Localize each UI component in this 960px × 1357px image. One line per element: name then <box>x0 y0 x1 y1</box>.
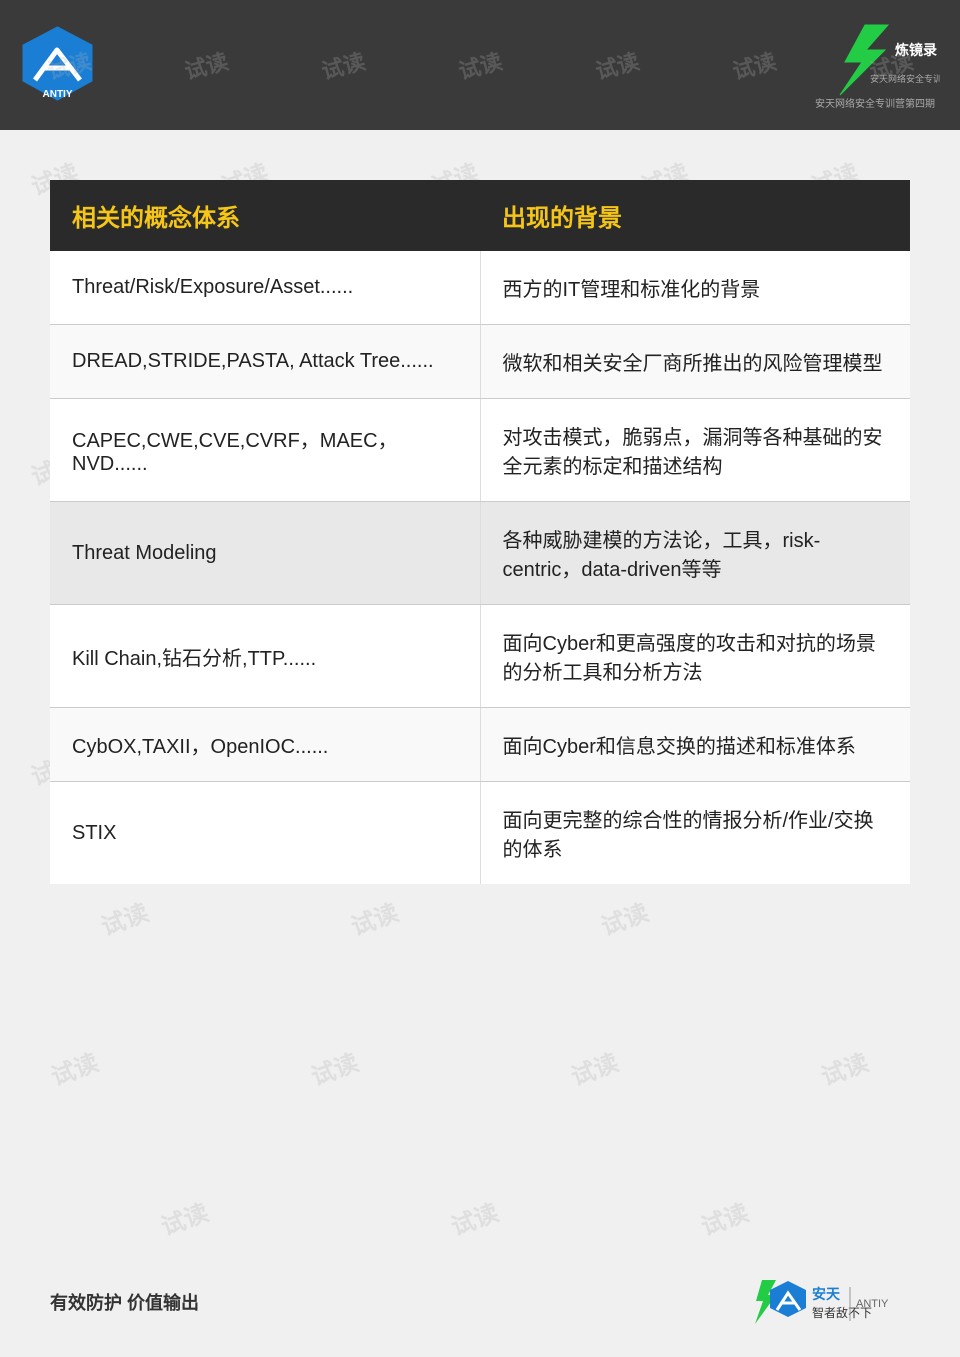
table-cell-col2-0: 西方的IT管理和标准化的背景 <box>480 251 910 325</box>
table-cell-col2-2: 对攻击模式，脆弱点，漏洞等各种基础的安全元素的标定和描述结构 <box>480 399 910 502</box>
main-table: 相关的概念体系 出现的背景 Threat/Risk/Exposure/Asset… <box>50 180 910 884</box>
table-cell-col1-4: Kill Chain,钻石分析,TTP...... <box>50 605 480 708</box>
antiy-logo-area: ANTIY <box>20 25 95 105</box>
content-area: 相关的概念体系 出现的背景 Threat/Risk/Exposure/Asset… <box>0 130 960 924</box>
watermark-26: 试读 <box>815 1043 872 1092</box>
table-cell-col1-5: CybOX,TAXII，OpenIOC...... <box>50 708 480 782</box>
header-wm-4: 试读 <box>455 44 506 86</box>
watermark-28: 试读 <box>445 1193 502 1242</box>
footer: 有效防护 价值输出 安天 智者敌不下 ANTIY <box>0 1277 960 1327</box>
footer-slogan: 有效防护 价值输出 <box>50 1289 199 1315</box>
col1-header: 相关的概念体系 <box>50 180 480 251</box>
header-wm-6: 试读 <box>729 44 780 86</box>
content-wrapper: 相关的概念体系 出现的背景 Threat/Risk/Exposure/Asset… <box>50 180 910 884</box>
table-row: Kill Chain,钻石分析,TTP......面向Cyber和更高强度的攻击… <box>50 605 910 708</box>
table-cell-col2-4: 面向Cyber和更高强度的攻击和对抗的场景的分析工具和分析方法 <box>480 605 910 708</box>
watermark-23: 试读 <box>45 1043 102 1092</box>
svg-text:ANTIY: ANTIY <box>856 1298 889 1310</box>
watermark-24: 试读 <box>305 1043 362 1092</box>
table-cell-col2-6: 面向更完整的综合性的情报分析/作业/交换的体系 <box>480 782 910 885</box>
header-wm-3: 试读 <box>317 44 368 86</box>
svg-text:ANTIY: ANTIY <box>43 89 73 100</box>
footer-logo-icon: 安天 智者敌不下 ANTIY <box>750 1277 910 1327</box>
table-row: Threat/Risk/Exposure/Asset......西方的IT管理和… <box>50 251 910 325</box>
brand-subtitle: 安天网络安全专训营第四期 <box>810 95 940 110</box>
table-cell-col1-1: DREAD,STRIDE,PASTA, Attack Tree...... <box>50 325 480 399</box>
table-row: CybOX,TAXII，OpenIOC......面向Cyber和信息交换的描述… <box>50 708 910 782</box>
table-cell-col1-0: Threat/Risk/Exposure/Asset...... <box>50 251 480 325</box>
svg-text:安天: 安天 <box>812 1286 841 1302</box>
table-cell-col2-3: 各种威胁建模的方法论，工具，risk-centric，data-driven等等 <box>480 502 910 605</box>
header: 试读 试读 试读 试读 试读 试读 试读 ANTIY 炼镜录 安天网络安全专训营… <box>0 0 960 130</box>
table-row: DREAD,STRIDE,PASTA, Attack Tree......微软和… <box>50 325 910 399</box>
table-cell-col1-2: CAPEC,CWE,CVE,CVRF，MAEC，NVD...... <box>50 399 480 502</box>
brand-logo-icon: 炼镜录 安天网络安全专训营第四期 <box>810 20 940 100</box>
table-row: CAPEC,CWE,CVE,CVRF，MAEC，NVD......对攻击模式，脆… <box>50 399 910 502</box>
watermark-27: 试读 <box>155 1193 212 1242</box>
table-cell-col1-6: STIX <box>50 782 480 885</box>
svg-text:安天网络安全专训营第四期: 安天网络安全专训营第四期 <box>870 73 940 84</box>
footer-logo: 安天 智者敌不下 ANTIY <box>750 1277 910 1327</box>
watermark-25: 试读 <box>565 1043 622 1092</box>
table-cell-col1-3: Threat Modeling <box>50 502 480 605</box>
header-wm-2: 试读 <box>180 44 231 86</box>
table-row: STIX面向更完整的综合性的情报分析/作业/交换的体系 <box>50 782 910 885</box>
table-cell-col2-5: 面向Cyber和信息交换的描述和标准体系 <box>480 708 910 782</box>
table-row: Threat Modeling各种威胁建模的方法论，工具，risk-centri… <box>50 502 910 605</box>
antiy-logo-icon: ANTIY <box>20 25 95 105</box>
top-right-brand: 炼镜录 安天网络安全专训营第四期 安天网络安全专训营第四期 <box>810 20 940 110</box>
watermark-29: 试读 <box>695 1193 752 1242</box>
table-cell-col2-1: 微软和相关安全厂商所推出的风险管理模型 <box>480 325 910 399</box>
header-wm-5: 试读 <box>592 44 643 86</box>
svg-text:炼镜录: 炼镜录 <box>895 42 937 58</box>
col2-header: 出现的背景 <box>480 180 910 251</box>
